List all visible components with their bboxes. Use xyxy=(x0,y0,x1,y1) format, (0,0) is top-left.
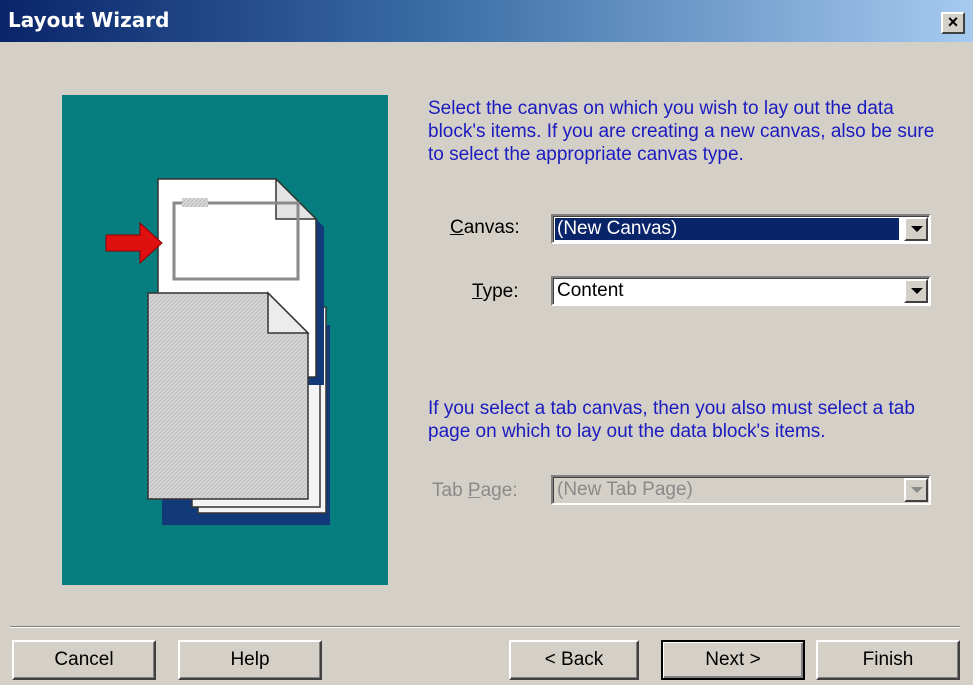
finish-button[interactable]: Finish xyxy=(816,640,960,680)
canvas-select-value: (New Canvas) xyxy=(555,218,899,240)
front-page-fold xyxy=(275,177,318,220)
title-bar: Layout Wizard × xyxy=(0,0,973,42)
frame-title xyxy=(182,198,208,207)
close-button[interactable]: × xyxy=(941,12,965,34)
canvas-label: Canvas: xyxy=(450,217,520,238)
next-button[interactable]: Next > xyxy=(661,640,805,680)
help-button[interactable]: Help xyxy=(178,640,322,680)
cancel-button[interactable]: Cancel xyxy=(12,640,156,680)
chevron-down-icon[interactable] xyxy=(904,478,928,502)
tab-page-label: Tab Page: xyxy=(432,480,518,501)
wizard-illustration xyxy=(62,95,388,585)
canvas-select[interactable]: (New Canvas) xyxy=(551,214,931,244)
window-title: Layout Wizard xyxy=(8,8,170,32)
chevron-down-icon[interactable] xyxy=(904,279,928,303)
back-button[interactable]: < Back xyxy=(509,640,639,680)
chevron-down-icon[interactable] xyxy=(904,217,928,241)
canvas-pages-illustration xyxy=(105,177,330,525)
red-arrow-icon xyxy=(105,221,163,265)
close-icon: × xyxy=(947,12,959,32)
tab-page-select-value: (New Tab Page) xyxy=(557,479,693,500)
instruction-tab: If you select a tab canvas, then you als… xyxy=(428,398,915,442)
type-label: Type: xyxy=(472,281,519,302)
type-select-value: Content xyxy=(557,280,624,301)
button-separator xyxy=(10,626,960,628)
instruction-canvas: Select the canvas on which you wish to l… xyxy=(428,98,935,165)
type-select[interactable]: Content xyxy=(551,276,931,306)
tab-page-select[interactable]: (New Tab Page) xyxy=(551,475,931,505)
